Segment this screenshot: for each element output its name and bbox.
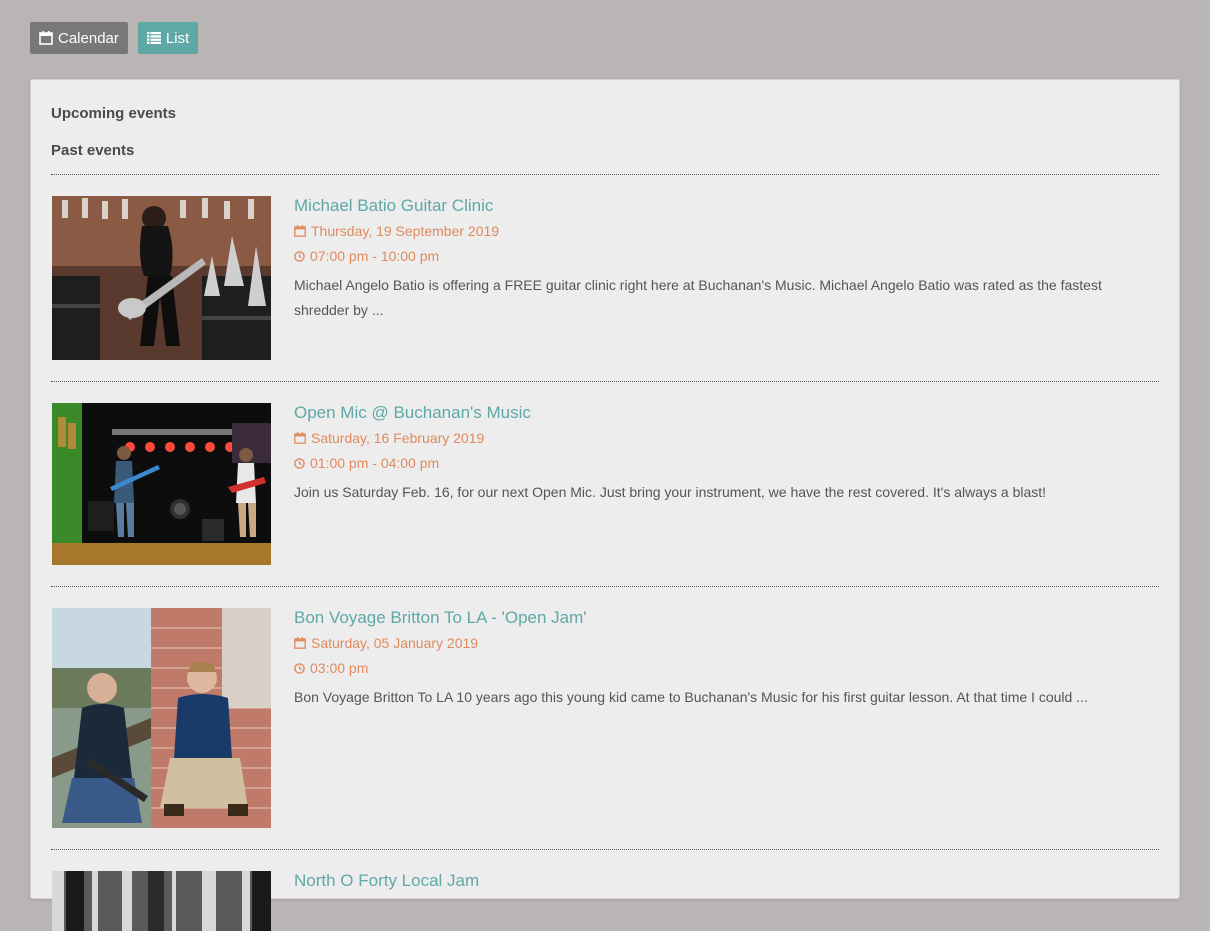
clock-icon xyxy=(294,250,305,262)
event-description: Join us Saturday Feb. 16, for our next O… xyxy=(294,484,1047,500)
calendar-view-label: Calendar xyxy=(58,29,119,47)
event-thumbnail[interactable] xyxy=(52,871,271,931)
calendar-icon xyxy=(294,432,306,444)
event-title[interactable]: North O Forty Local Jam xyxy=(294,871,1154,891)
separator xyxy=(51,174,1159,175)
event-description: Bon Voyage Britton To LA 10 years ago th… xyxy=(294,689,1088,705)
separator xyxy=(51,849,1159,850)
calendar-icon xyxy=(294,225,306,237)
event-thumbnail[interactable] xyxy=(52,403,271,565)
past-events-link[interactable]: Past events xyxy=(51,142,134,159)
event-date: Thursday, 19 September 2019 xyxy=(294,221,1154,241)
separator xyxy=(51,586,1159,587)
upcoming-events-link[interactable]: Upcoming events xyxy=(51,105,176,122)
event-time-text: 03:00 pm xyxy=(310,660,369,676)
list-view-button[interactable]: List xyxy=(137,22,199,54)
list-view-label: List xyxy=(165,29,190,47)
event-time: 01:00 pm - 04:00 pm xyxy=(294,453,1154,473)
event-title[interactable]: Bon Voyage Britton To LA - 'Open Jam' xyxy=(294,608,1154,628)
event-info: North O Forty Local Jam xyxy=(294,871,1154,891)
event-time: 07:00 pm - 10:00 pm xyxy=(294,246,1154,266)
event-thumbnail[interactable] xyxy=(52,196,271,360)
calendar-icon xyxy=(39,31,53,45)
clock-icon xyxy=(294,457,305,469)
event-description: Michael Angelo Batio is offering a FREE … xyxy=(294,277,1102,318)
clock-icon xyxy=(294,662,305,674)
event-date: Saturday, 16 February 2019 xyxy=(294,428,1154,448)
event-date-text: Thursday, 19 September 2019 xyxy=(311,223,500,239)
event-info: Michael Batio Guitar Clinic Thursday, 19… xyxy=(294,196,1154,323)
event-time-text: 07:00 pm - 10:00 pm xyxy=(310,248,440,264)
event-thumbnail[interactable] xyxy=(52,608,271,828)
separator xyxy=(51,381,1159,382)
event-date: Saturday, 05 January 2019 xyxy=(294,633,1154,653)
calendar-view-button[interactable]: Calendar xyxy=(30,22,128,54)
event-title[interactable]: Open Mic @ Buchanan's Music xyxy=(294,403,1154,423)
events-panel: Upcoming events Past events Michael Bati… xyxy=(30,79,1180,931)
event-info: Bon Voyage Britton To LA - 'Open Jam' Sa… xyxy=(294,608,1154,710)
calendar-icon xyxy=(294,637,306,649)
event-date-text: Saturday, 16 February 2019 xyxy=(311,430,485,446)
event-info: Open Mic @ Buchanan's Music Saturday, 16… xyxy=(294,403,1154,505)
list-icon xyxy=(146,32,161,44)
event-time-text: 01:00 pm - 04:00 pm xyxy=(310,455,440,471)
event-title[interactable]: Michael Batio Guitar Clinic xyxy=(294,196,1154,216)
event-date-text: Saturday, 05 January 2019 xyxy=(311,635,479,651)
event-time: 03:00 pm xyxy=(294,658,1154,678)
view-toggle: Calendar List xyxy=(30,22,199,54)
